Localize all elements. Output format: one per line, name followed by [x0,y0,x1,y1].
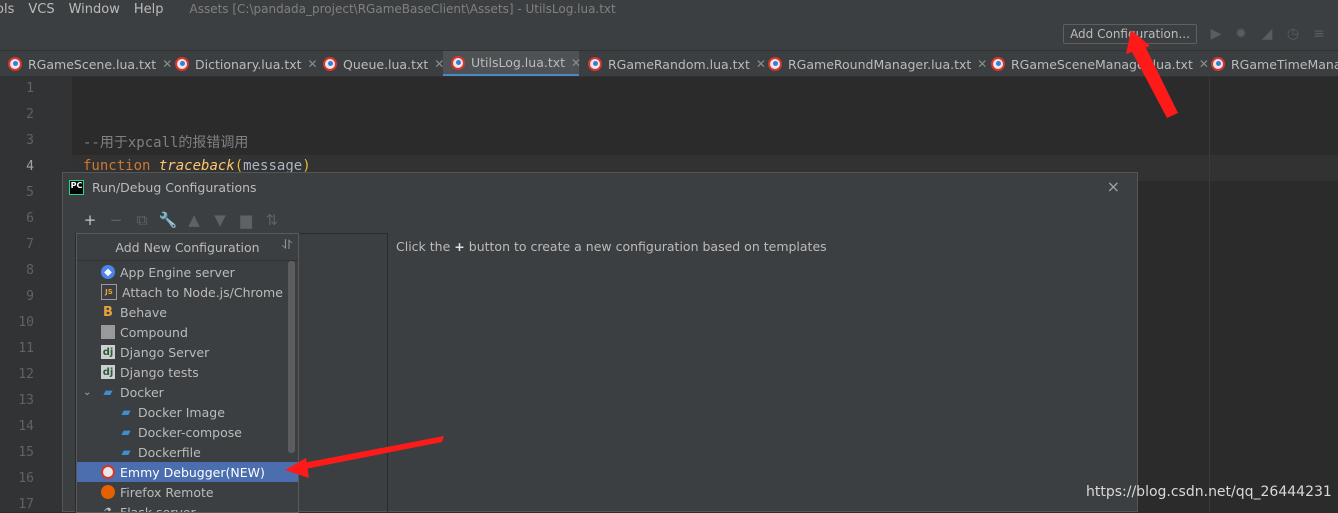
annotation-arrows [0,0,1338,512]
red-arrow-to-emmy-debugger [285,436,444,478]
red-arrow-to-add-configuration [1126,30,1178,118]
watermark: https://blog.csdn.net/qq_26444231 [1086,484,1332,500]
